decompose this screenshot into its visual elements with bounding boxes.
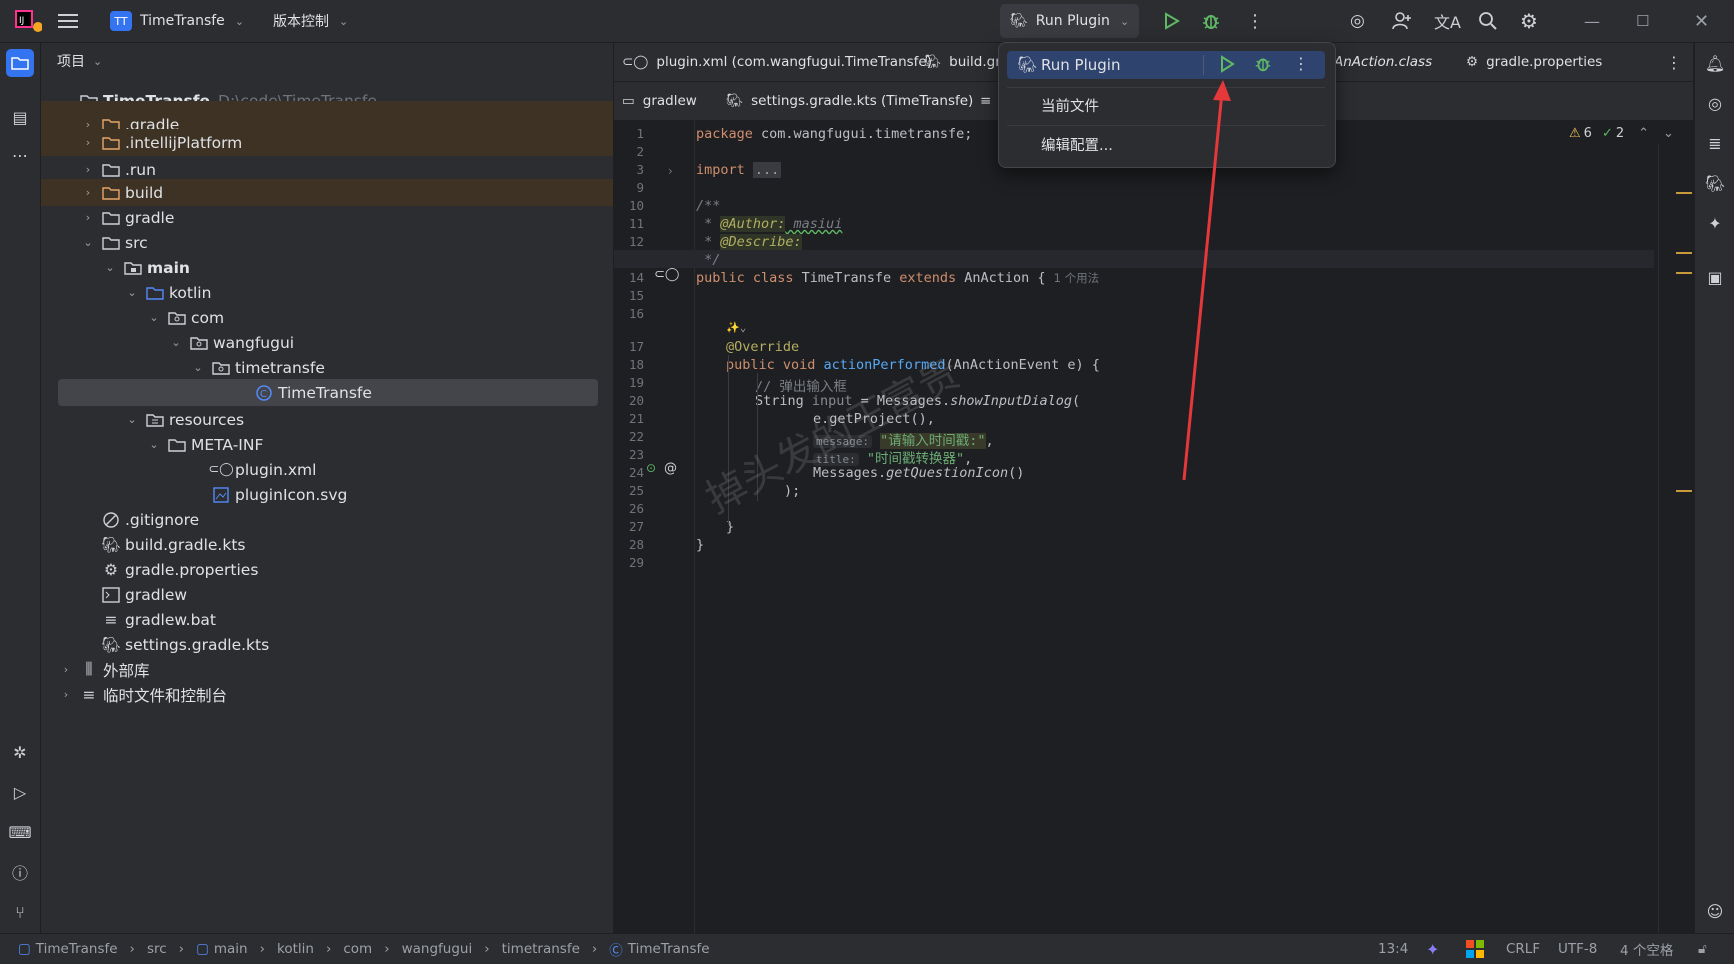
- module-icon: ▢: [196, 941, 209, 957]
- breadcrumb-item[interactable]: wangfugui: [402, 941, 473, 957]
- status-bar: ▢ TimeTransfe › src › ▢ main › kotlin › …: [0, 933, 1734, 964]
- class-icon: Ⓒ: [609, 943, 623, 959]
- indent-setting[interactable]: 4 个空格: [1620, 934, 1673, 964]
- breadcrumb-item[interactable]: main: [214, 941, 248, 957]
- chevron-right-icon: ›: [484, 941, 490, 957]
- breadcrumb-item[interactable]: TimeTransfe: [36, 941, 118, 957]
- breadcrumb-item[interactable]: src: [147, 941, 167, 957]
- annotation-arrow: [1182, 80, 1231, 481]
- chevron-right-icon: ›: [591, 941, 598, 957]
- file-encoding[interactable]: UTF-8: [1558, 934, 1597, 964]
- breadcrumb-item[interactable]: timetransfe: [502, 941, 580, 957]
- unlock-icon[interactable]: 🔓︎: [1698, 934, 1707, 964]
- caret-position[interactable]: 13:4: [1378, 934, 1408, 964]
- chevron-right-icon: ›: [178, 941, 185, 957]
- ai-status-icon[interactable]: ✦: [1426, 934, 1439, 964]
- line-separator[interactable]: CRLF: [1506, 934, 1540, 964]
- chevron-right-icon: ›: [129, 941, 135, 957]
- breadcrumb-item[interactable]: TimeTransfe: [628, 941, 710, 957]
- chevron-right-icon: ›: [325, 941, 332, 957]
- breadcrumb-item[interactable]: com: [343, 941, 372, 957]
- chevron-right-icon: ›: [384, 941, 390, 957]
- breadcrumb-item[interactable]: kotlin: [277, 941, 314, 957]
- breadcrumb: ▢ TimeTransfe › src › ▢ main › kotlin › …: [18, 934, 710, 964]
- module-icon: ▢: [18, 941, 31, 957]
- chevron-right-icon: ›: [259, 941, 265, 957]
- windows-logo-icon[interactable]: [1466, 934, 1484, 964]
